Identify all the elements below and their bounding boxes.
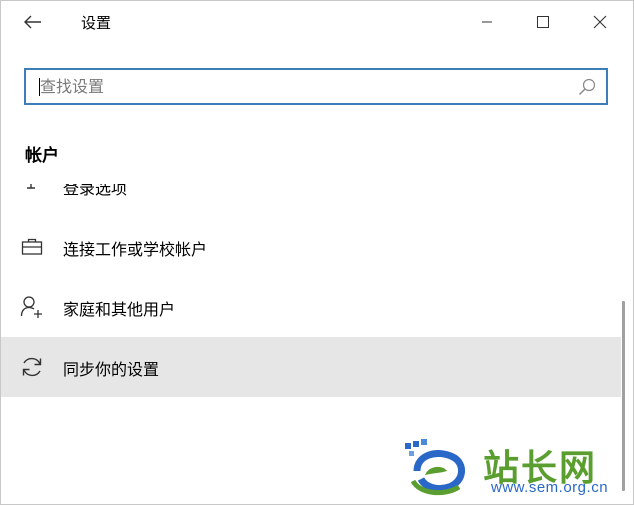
key-icon: [19, 184, 45, 198]
section-title: 帐户: [25, 146, 59, 166]
arrow-left-icon: [24, 15, 41, 29]
list-item-label: 登录选项: [63, 184, 128, 198]
watermark-url: www.sem.org.cn: [491, 479, 609, 496]
search-icon[interactable]: [576, 76, 598, 98]
list-item-family-other-users[interactable]: 家庭和其他用户: [1, 277, 621, 337]
back-button[interactable]: [15, 6, 51, 38]
search-box[interactable]: [24, 68, 608, 105]
close-button[interactable]: [577, 1, 623, 43]
maximize-icon: [537, 16, 549, 28]
list-item-label: 同步你的设置: [63, 360, 160, 379]
minimize-icon: [482, 21, 492, 23]
briefcase-icon: [19, 234, 45, 260]
text-caret: [39, 78, 40, 96]
list-item-label: 家庭和其他用户: [63, 300, 176, 319]
maximize-button[interactable]: [520, 1, 566, 43]
settings-window: 设置 帐户: [0, 0, 634, 505]
close-icon: [593, 15, 607, 29]
minimize-button[interactable]: [464, 1, 510, 43]
watermark-logo: [405, 439, 465, 496]
list-item-sync-settings[interactable]: 同步你的设置: [1, 337, 621, 397]
list-item-label: 连接工作或学校帐户: [63, 240, 208, 259]
sync-icon: [19, 354, 45, 380]
list-item-work-school-account[interactable]: 连接工作或学校帐户: [1, 217, 621, 277]
add-person-icon: [19, 294, 45, 320]
search-input[interactable]: [40, 70, 570, 103]
window-title: 设置: [81, 14, 112, 32]
watermark: 站长网 www.sem.org.cn: [403, 437, 629, 499]
title-bar: 设置: [1, 1, 633, 43]
